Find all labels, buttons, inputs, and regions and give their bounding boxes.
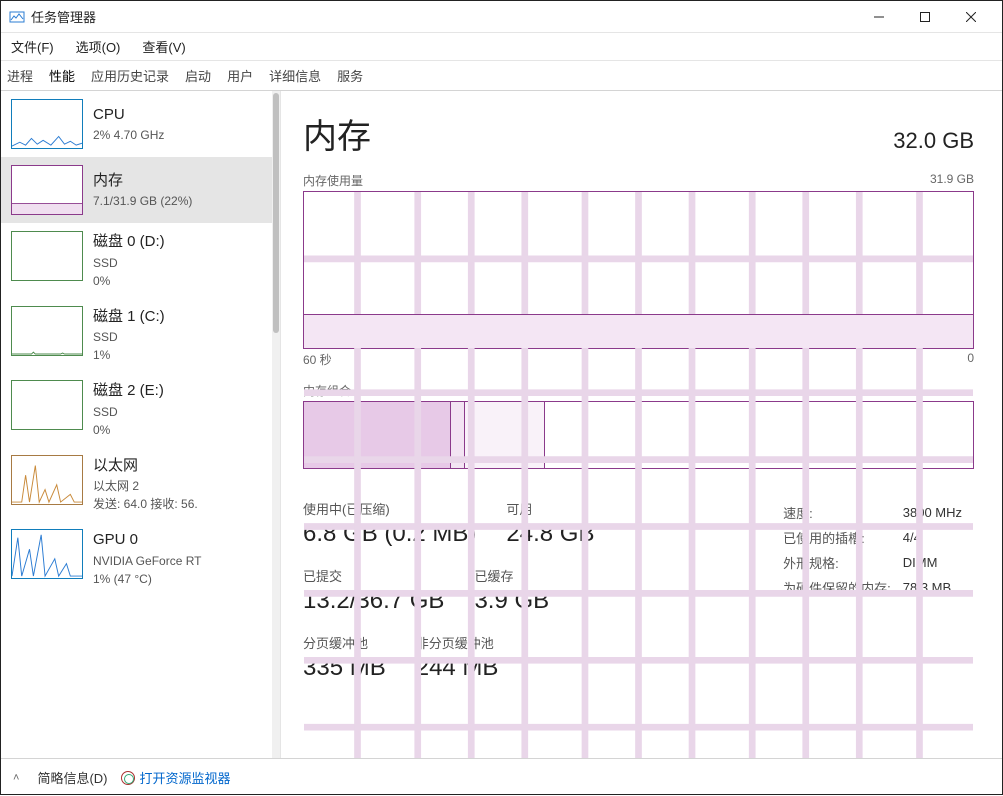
tabbar: 进程 性能 应用历史记录 启动 用户 详细信息 服务 (1, 61, 1002, 91)
sidebar-item-disk-2[interactable]: 磁盘 2 (E:) SSD 0% (1, 372, 280, 447)
menu-view[interactable]: 查看(V) (138, 35, 189, 58)
maximize-button[interactable] (902, 2, 948, 32)
sidebar-item-label: CPU (93, 104, 164, 127)
sidebar-item-disk-1[interactable]: 磁盘 1 (C:) SSD 1% (1, 298, 280, 373)
app-icon (9, 9, 25, 25)
fewer-details-button[interactable]: 简略信息(D) (37, 768, 107, 787)
usage-chart-label: 内存使用量 (303, 172, 363, 189)
tab-app-history[interactable]: 应用历史记录 (89, 62, 171, 89)
window-controls (856, 2, 994, 32)
sidebar-item-ethernet[interactable]: 以太网 以太网 2 发送: 64.0 接收: 56. (1, 447, 280, 522)
close-button[interactable] (948, 2, 994, 32)
sidebar-item-label: 磁盘 2 (E:) (93, 380, 164, 403)
sidebar-item-label: 磁盘 0 (D:) (93, 231, 165, 254)
sidebar-item-label: 内存 (93, 170, 192, 193)
menubar: 文件(F) 选项(O) 查看(V) (1, 33, 1002, 61)
sidebar-item-cpu[interactable]: CPU 2% 4.70 GHz (1, 91, 280, 157)
chevron-up-icon: ˄ (13, 772, 19, 784)
disk-thumb (11, 231, 83, 281)
disk-thumb (11, 380, 83, 430)
content: CPU 2% 4.70 GHz 内存 7.1/31.9 GB (22%) 磁盘 … (1, 91, 1002, 758)
sidebar-item-gpu-0[interactable]: GPU 0 NVIDIA GeForce RT 1% (47 °C) (1, 521, 280, 596)
open-resource-monitor-link[interactable]: 打开资源监视器 (121, 768, 230, 787)
memory-usage-chart (303, 191, 974, 349)
sidebar-item-disk-0[interactable]: 磁盘 0 (D:) SSD 0% (1, 223, 280, 298)
ethernet-thumb (11, 455, 83, 505)
usage-chart-max: 31.9 GB (930, 172, 974, 189)
gpu-thumb (11, 529, 83, 579)
main-panel: 内存 32.0 GB 内存使用量 31.9 GB 60 秒 0 内存组合 (281, 91, 1002, 758)
sidebar-item-label: GPU 0 (93, 529, 201, 552)
menu-file[interactable]: 文件(F) (7, 35, 58, 58)
tab-processes[interactable]: 进程 (5, 62, 35, 89)
tab-performance[interactable]: 性能 (47, 62, 77, 89)
sidebar-item-memory[interactable]: 内存 7.1/31.9 GB (22%) (1, 157, 280, 223)
sidebar: CPU 2% 4.70 GHz 内存 7.1/31.9 GB (22%) 磁盘 … (1, 91, 281, 758)
tab-users[interactable]: 用户 (225, 62, 255, 89)
cpu-thumb (11, 99, 83, 149)
disk-thumb (11, 306, 83, 356)
memory-thumb (11, 165, 83, 215)
sidebar-item-label: 以太网 (93, 455, 198, 478)
menu-options[interactable]: 选项(O) (72, 35, 125, 58)
window-title: 任务管理器 (31, 7, 856, 26)
memory-total: 32.0 GB (893, 128, 974, 154)
tab-services[interactable]: 服务 (335, 62, 365, 89)
titlebar: 任务管理器 (1, 1, 1002, 33)
minimize-button[interactable] (856, 2, 902, 32)
tab-startup[interactable]: 启动 (183, 62, 213, 89)
tab-details[interactable]: 详细信息 (267, 62, 323, 89)
resource-monitor-icon (121, 771, 135, 785)
sidebar-item-label: 磁盘 1 (C:) (93, 306, 165, 329)
sidebar-scrollbar-thumb[interactable] (273, 93, 279, 333)
sidebar-scrollbar[interactable] (272, 91, 280, 758)
footer: ˄ 简略信息(D) 打开资源监视器 (1, 758, 1002, 796)
page-title: 内存 (303, 109, 371, 158)
